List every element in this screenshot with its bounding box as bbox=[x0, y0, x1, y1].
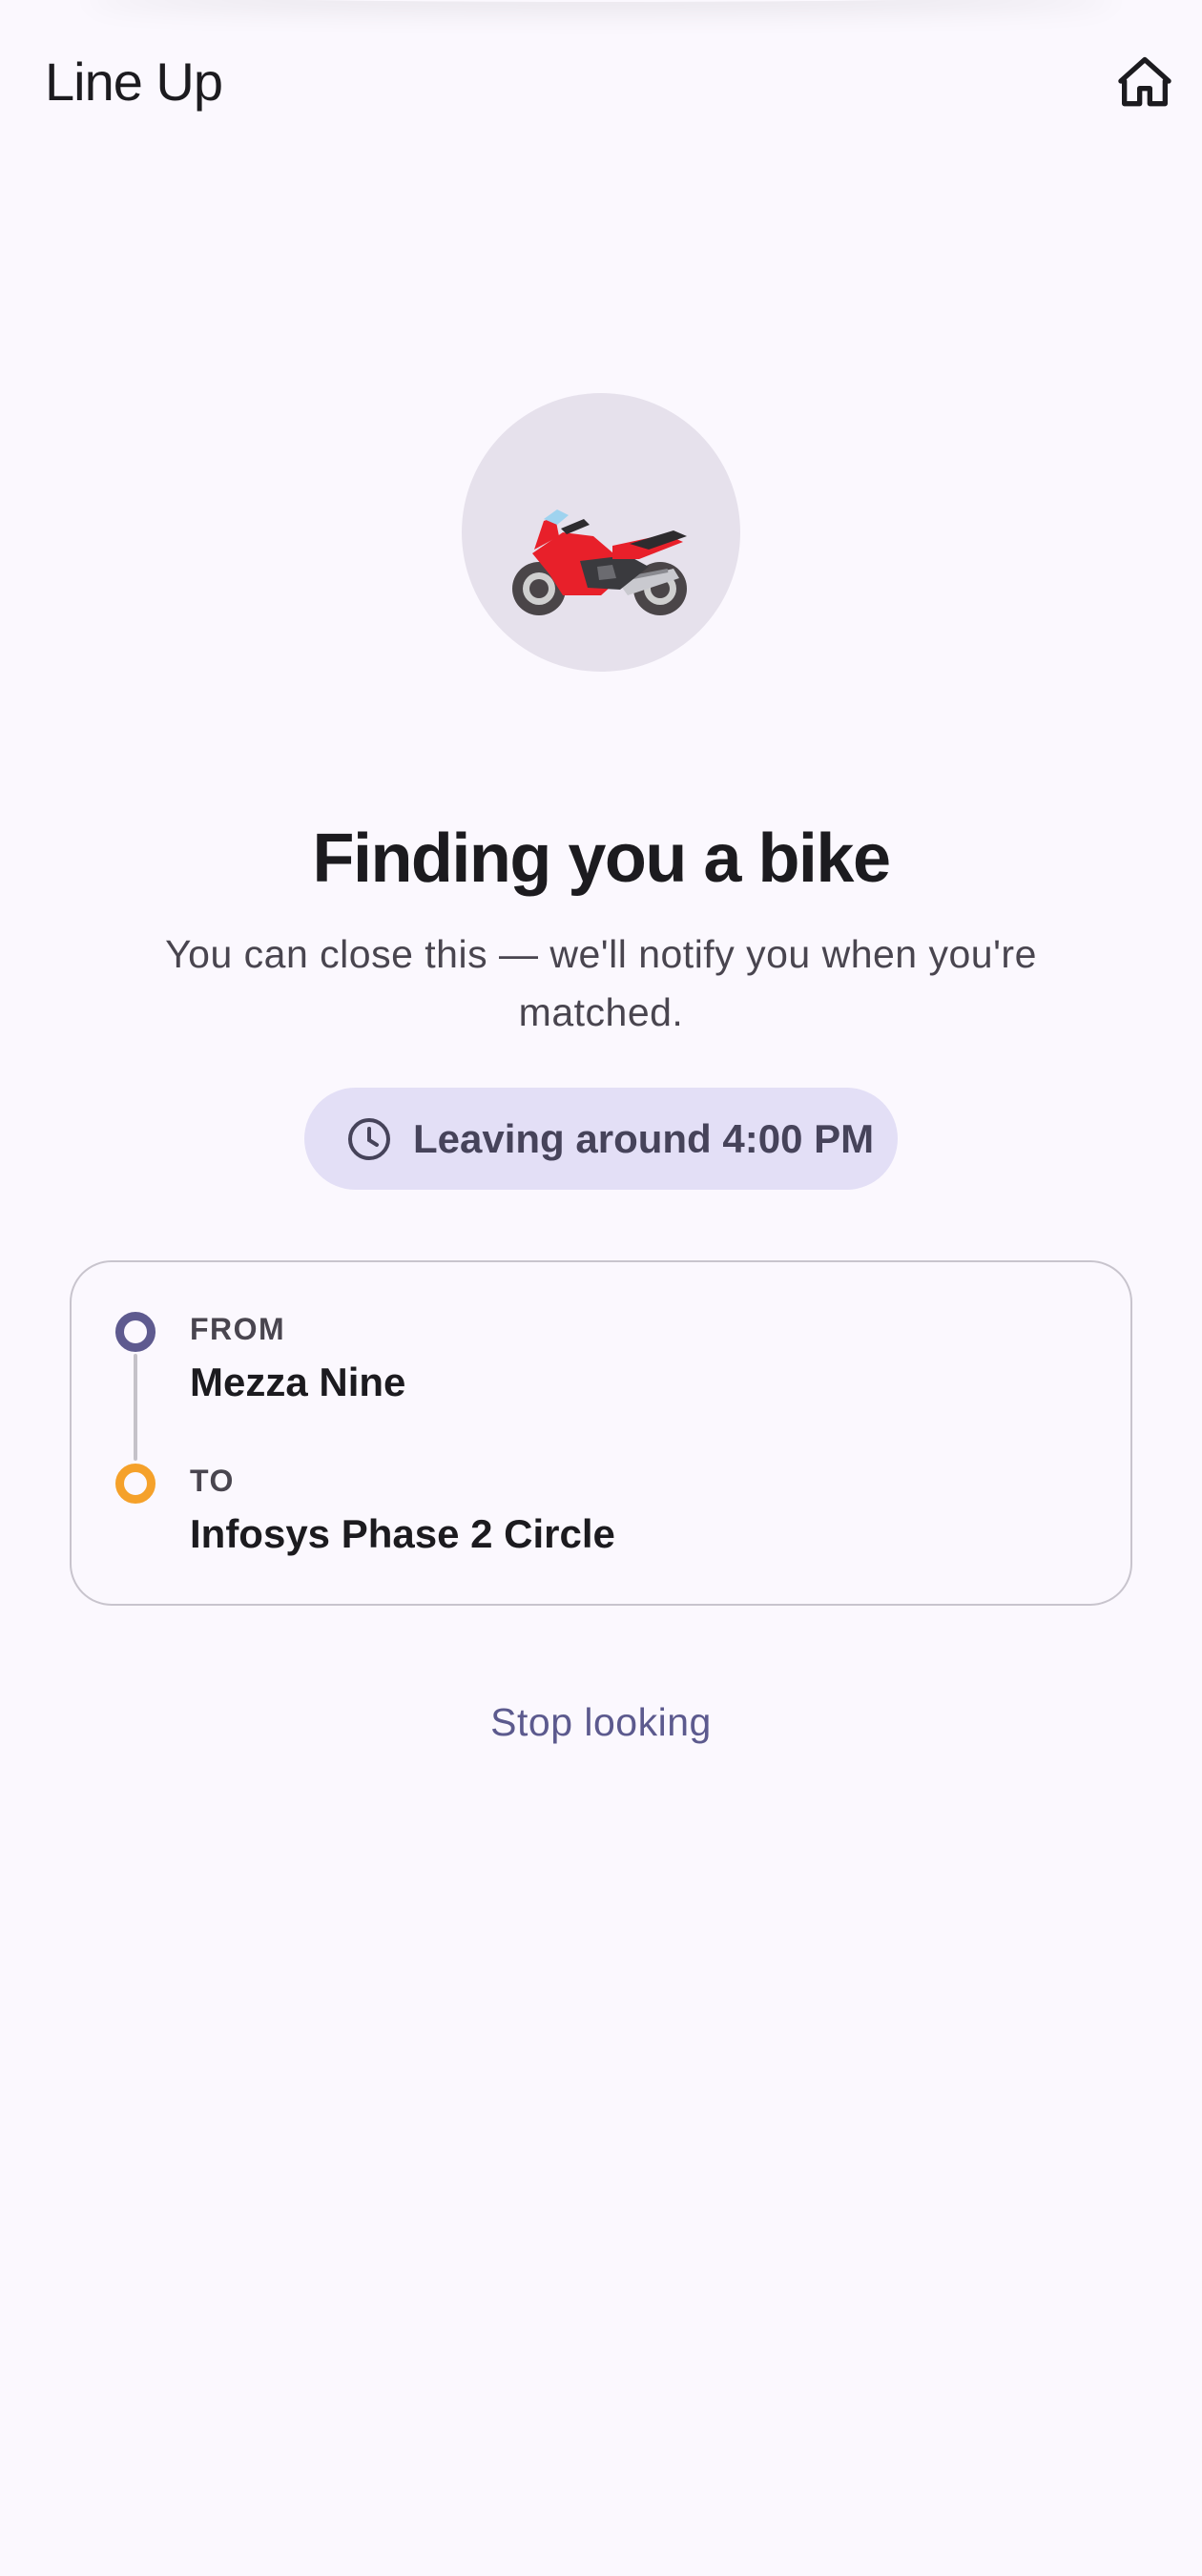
app-title: Line Up bbox=[45, 52, 223, 112]
route-connector bbox=[134, 1354, 137, 1461]
status-heading: Finding you a bike bbox=[312, 821, 891, 897]
clock-icon bbox=[348, 1117, 390, 1160]
to-label: TO bbox=[190, 1464, 235, 1498]
destination-dot bbox=[115, 1464, 155, 1504]
motorcycle-icon bbox=[512, 509, 687, 615]
home-button[interactable] bbox=[1112, 50, 1177, 114]
app-bar: Line Up bbox=[0, 0, 1202, 162]
status-subtext: You can close this — we'll notify you wh… bbox=[165, 932, 1037, 1034]
departure-time-chip: Leaving around 4:00 PM bbox=[304, 1088, 898, 1190]
home-icon bbox=[1118, 56, 1171, 107]
origin-name: Mezza Nine bbox=[190, 1360, 406, 1404]
destination-name: Infosys Phase 2 Circle bbox=[190, 1511, 615, 1556]
departure-time-label: Leaving around 4:00 PM bbox=[413, 1115, 875, 1161]
origin-dot bbox=[115, 1312, 155, 1352]
app-bar-shadow bbox=[86, 0, 1116, 2]
stop-looking-button[interactable]: Stop looking bbox=[410, 1689, 792, 1755]
bike-illustration bbox=[462, 393, 740, 672]
route-card: FROM Mezza Nine TO Infosys Phase 2 Circl… bbox=[70, 1260, 1132, 1606]
from-label: FROM bbox=[190, 1312, 286, 1346]
